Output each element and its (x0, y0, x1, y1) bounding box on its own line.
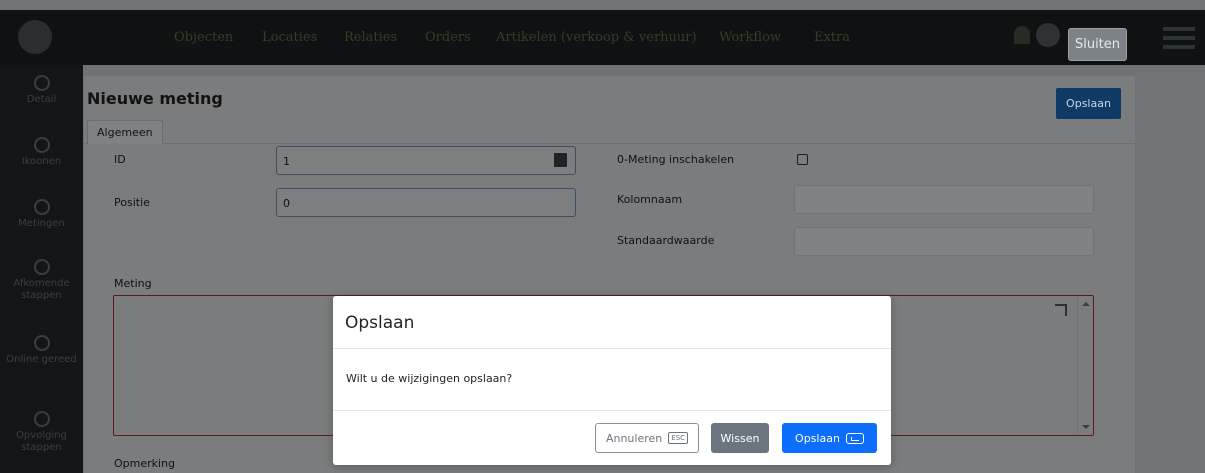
sidebar-item-online[interactable]: Online gereed (0, 335, 83, 366)
dialog-title: Nieuwe meting (87, 89, 223, 108)
sidebar-item-label: Opvolging stappen (16, 430, 67, 453)
id-value: 1 (283, 155, 290, 168)
zero-meting-checkbox[interactable] (797, 154, 808, 165)
nav-extra[interactable]: Extra (814, 30, 850, 45)
scrollbar[interactable] (1077, 296, 1093, 435)
position-label: Positie (114, 196, 150, 209)
nav-relaties[interactable]: Relaties (344, 30, 397, 45)
default-value-field[interactable] (794, 227, 1094, 256)
tab-algemeen[interactable]: Algemeen (87, 120, 163, 144)
id-field[interactable]: 1 (276, 146, 576, 175)
esc-key-hint: ESC (668, 432, 689, 444)
meting-label: Meting (114, 277, 152, 290)
nav-locaties[interactable]: Locaties (262, 30, 317, 45)
info-icon (33, 75, 50, 91)
sidebar-item-metingen[interactable]: Metingen (0, 199, 83, 230)
nav-objecten[interactable]: Objecten (174, 30, 233, 45)
sidebar-item-label: Online gereed (6, 354, 77, 365)
sidebar: Detail Ikoonen Metingen Afkomende stappe… (0, 65, 83, 473)
position-value: 0 (283, 197, 290, 210)
menu-icon[interactable] (1163, 27, 1195, 49)
remark-label: Opmerking (114, 457, 176, 470)
id-label: ID (114, 153, 126, 166)
layers-icon (33, 199, 50, 215)
column-name-field[interactable] (794, 185, 1094, 214)
top-navigation: Objecten Locaties Relaties Orders Artike… (0, 10, 1205, 65)
nav-orders[interactable]: Orders (425, 30, 471, 45)
clear-button[interactable]: Wissen (711, 423, 769, 453)
monitor-icon (33, 335, 50, 351)
sidebar-item-label: Afkomende stappen (13, 278, 70, 301)
confirm-modal: Opslaan Wilt u de wijzigingen opslaan? A… (333, 296, 891, 465)
scroll-down-icon[interactable] (1082, 425, 1090, 429)
divider (333, 410, 891, 411)
sidebar-item-opvolging[interactable]: Opvolging stappen (0, 411, 83, 454)
close-button[interactable]: Sluiten (1068, 28, 1127, 61)
divider (333, 348, 891, 349)
sidebar-item-label: Metingen (18, 218, 65, 229)
logo (18, 20, 52, 54)
modal-message: Wilt u de wijzigingen opslaan? (346, 372, 513, 385)
default-value-label: Standaardwaarde (617, 234, 715, 247)
save-button[interactable]: Opslaan (1056, 88, 1121, 119)
confirm-save-button[interactable]: Opslaan (782, 423, 877, 453)
column-name-label: Kolomnaam (617, 193, 683, 206)
sidebar-item-detail[interactable]: Detail (0, 75, 83, 106)
enter-key-icon (845, 432, 864, 444)
save-label: Opslaan (795, 431, 840, 445)
tab-bar: Algemeen (84, 120, 1135, 144)
clear-label: Wissen (720, 431, 760, 445)
nav-artikelen[interactable]: Artikelen (verkoop & verhuur) (496, 30, 697, 45)
sidebar-item-ikoonen[interactable]: Ikoonen (0, 137, 83, 168)
share-icon (33, 259, 50, 275)
sidebar-item-label: Ikoonen (21, 156, 62, 167)
grid-icon (33, 137, 50, 153)
zero-meting-label: 0-Meting inschakelen (617, 153, 735, 166)
scroll-up-icon[interactable] (1082, 302, 1090, 306)
cancel-label: Annuleren (605, 431, 663, 445)
expand-icon[interactable] (1055, 304, 1067, 316)
bell-icon[interactable] (1014, 26, 1030, 44)
keypad-icon[interactable] (554, 153, 567, 167)
user-avatar-icon[interactable] (1036, 23, 1060, 47)
cancel-button[interactable]: Annuleren ESC (595, 423, 699, 453)
sidebar-item-afkomende[interactable]: Afkomende stappen (0, 259, 83, 302)
sidebar-item-label: Detail (26, 94, 57, 105)
position-field[interactable]: 0 (276, 188, 576, 217)
nav-workflow[interactable]: Workflow (719, 30, 781, 45)
steps-icon (33, 411, 50, 427)
modal-title: Opslaan (345, 313, 415, 333)
